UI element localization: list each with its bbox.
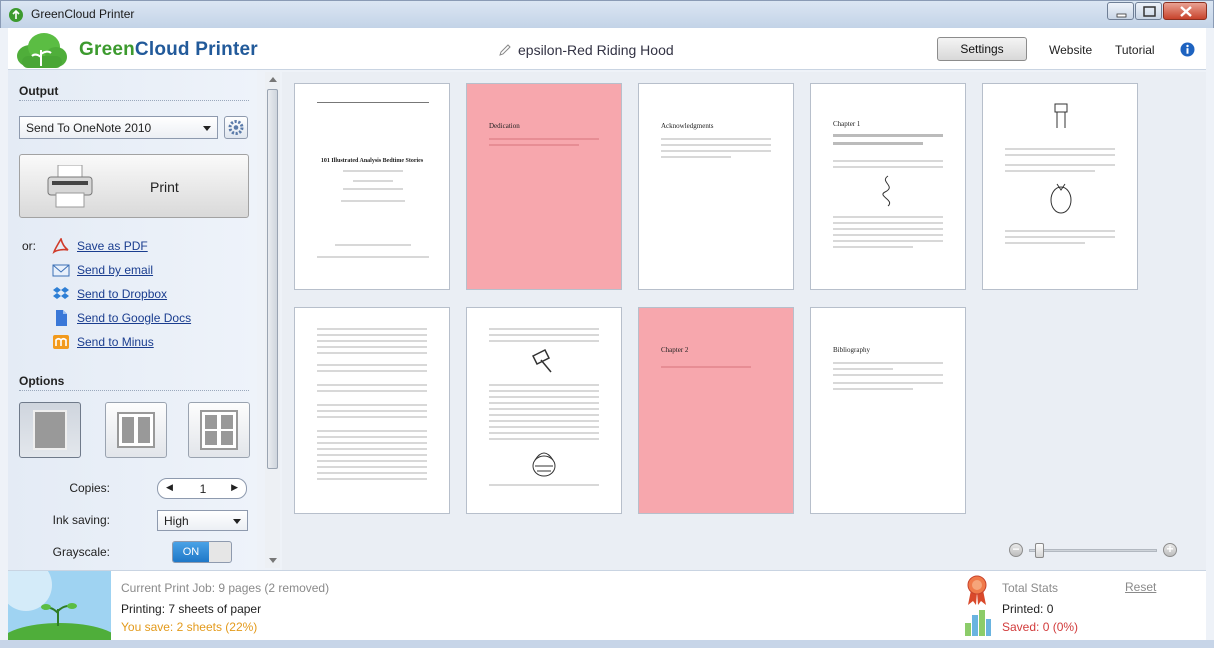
copies-label: Copies:	[69, 481, 110, 495]
printing-text: Printing: 7 sheets of paper	[121, 602, 262, 616]
page-title-text: Acknowledgments	[661, 122, 714, 130]
print-button-label: Print	[150, 179, 179, 195]
layout-four-per-sheet-button[interactable]	[188, 402, 250, 458]
page-thumbnail-8[interactable]: Chapter 2	[638, 307, 794, 514]
printer-select-value: Send To OneNote 2010	[26, 121, 152, 135]
status-footer: Current Print Job: 9 pages (2 removed) P…	[8, 570, 1206, 641]
scrollbar-thumb[interactable]	[267, 89, 278, 469]
document-title-text: epsilon-Red Riding Hood	[518, 42, 674, 58]
page-title-text: Dedication	[489, 122, 520, 130]
window-title: GreenCloud Printer	[31, 7, 135, 21]
page-preview-area: 101 Illustrated Analysis Bedtime Stories…	[282, 72, 1206, 570]
page-title-text: 101 Illustrated Analysis Bedtime Stories	[320, 158, 424, 164]
page-thumbnail-3[interactable]: Acknowledgments	[638, 83, 794, 290]
cloud-logo-icon	[17, 33, 67, 68]
four-page-layout-icon	[200, 410, 238, 450]
layout-one-per-sheet-button[interactable]	[19, 402, 81, 458]
window-bottom-border	[0, 640, 1214, 648]
ink-saving-label: Ink saving:	[52, 513, 110, 527]
print-button[interactable]: Print	[19, 154, 249, 218]
or-label: or:	[22, 239, 37, 253]
zoom-out-icon[interactable]: −	[1009, 543, 1023, 557]
ink-saving-value: High	[164, 514, 189, 528]
options-section-title: Options	[19, 374, 65, 388]
website-link[interactable]: Website	[1049, 43, 1092, 57]
settings-button[interactable]: Settings	[937, 37, 1027, 61]
dropbox-icon	[53, 287, 69, 299]
output-section-title: Output	[19, 84, 59, 98]
bar-chart-icon	[965, 610, 991, 636]
maximize-button[interactable]	[1135, 2, 1162, 20]
illustration-image	[531, 348, 552, 373]
app-header: GreenCloud Printer epsilon-Red Riding Ho…	[8, 28, 1206, 70]
current-job-text: Current Print Job: 9 pages (2 removed)	[121, 581, 330, 595]
email-icon	[52, 264, 70, 277]
send-to-dropbox-link[interactable]: Send to Dropbox	[52, 286, 167, 302]
zoom-track[interactable]	[1029, 549, 1157, 552]
you-save-text: You save: 2 sheets (22%)	[121, 620, 258, 634]
layout-two-per-sheet-button[interactable]	[105, 402, 167, 458]
illustration-image	[1050, 183, 1072, 214]
saved-count: Saved: 0 (0%)	[1002, 620, 1079, 634]
two-page-layout-icon	[117, 412, 155, 448]
page-thumbnail-5[interactable]	[982, 83, 1138, 290]
close-button[interactable]	[1163, 2, 1207, 20]
page-thumbnail-2[interactable]: Dedication	[466, 83, 622, 290]
google-docs-icon	[56, 310, 67, 326]
chevron-down-icon	[233, 519, 241, 524]
sidebar: Output Send To OneNote 2010 Print or: Sa…	[8, 70, 257, 570]
grayscale-toggle-state: ON	[173, 542, 209, 562]
header-rule	[317, 102, 429, 103]
printer-select[interactable]: Send To OneNote 2010	[19, 116, 218, 139]
minimize-button[interactable]	[1107, 2, 1134, 20]
page-thumbnail-9[interactable]: Bibliography	[810, 307, 966, 514]
page-thumbnail-7[interactable]	[466, 307, 622, 514]
zoom-in-icon[interactable]: +	[1163, 543, 1177, 557]
ink-saving-select[interactable]: High	[157, 510, 248, 531]
pencil-icon	[499, 44, 511, 56]
illustration-image	[1054, 103, 1068, 128]
total-stats-label: Total Stats	[1002, 581, 1059, 595]
tree-illustration-icon	[8, 571, 111, 641]
gear-icon	[228, 120, 244, 135]
single-page-layout-icon	[33, 410, 67, 450]
vertical-scrollbar[interactable]	[265, 72, 280, 568]
page-title-text: Bibliography	[833, 346, 870, 354]
award-ribbon-icon	[967, 575, 987, 605]
scroll-up-icon[interactable]	[269, 77, 277, 82]
illustration-image	[532, 452, 556, 477]
options-divider	[19, 390, 249, 391]
zoom-knob[interactable]	[1035, 543, 1044, 558]
minus-icon	[53, 335, 69, 349]
scroll-down-icon[interactable]	[269, 558, 277, 563]
window-titlebar: GreenCloud Printer	[0, 0, 1214, 28]
grayscale-label: Grayscale:	[52, 545, 110, 559]
info-icon[interactable]	[1180, 42, 1195, 57]
page-title-text: Chapter 2	[661, 346, 689, 354]
output-divider	[19, 100, 249, 101]
printed-count: Printed: 0	[1002, 602, 1054, 616]
send-by-email-link[interactable]: Send by email	[52, 262, 153, 278]
save-as-pdf-link[interactable]: Save as PDF	[52, 238, 148, 254]
reset-link[interactable]: Reset	[1125, 580, 1156, 594]
app-icon	[9, 8, 23, 22]
document-title[interactable]: epsilon-Red Riding Hood	[498, 42, 674, 58]
grayscale-toggle[interactable]: ON	[172, 541, 232, 563]
send-to-google-docs-link[interactable]: Send to Google Docs	[52, 310, 191, 326]
illustration-image	[882, 175, 891, 207]
printer-icon	[47, 165, 93, 208]
chevron-down-icon	[203, 126, 211, 131]
copies-stepper[interactable]: ◀ 1 ▶	[157, 478, 247, 499]
zoom-slider[interactable]: − +	[1009, 543, 1179, 559]
printer-settings-button[interactable]	[224, 116, 248, 139]
page-thumbnail-1[interactable]: 101 Illustrated Analysis Bedtime Stories	[294, 83, 450, 290]
pdf-icon	[52, 238, 69, 254]
page-title-text: Chapter 1	[833, 120, 861, 128]
page-thumbnail-4[interactable]: Chapter 1	[810, 83, 966, 290]
increment-icon[interactable]: ▶	[231, 482, 238, 493]
tutorial-link[interactable]: Tutorial	[1115, 43, 1155, 57]
send-to-minus-link[interactable]: Send to Minus	[52, 334, 154, 350]
brand-name: GreenCloud Printer	[79, 39, 258, 60]
page-thumbnail-6[interactable]	[294, 307, 450, 514]
